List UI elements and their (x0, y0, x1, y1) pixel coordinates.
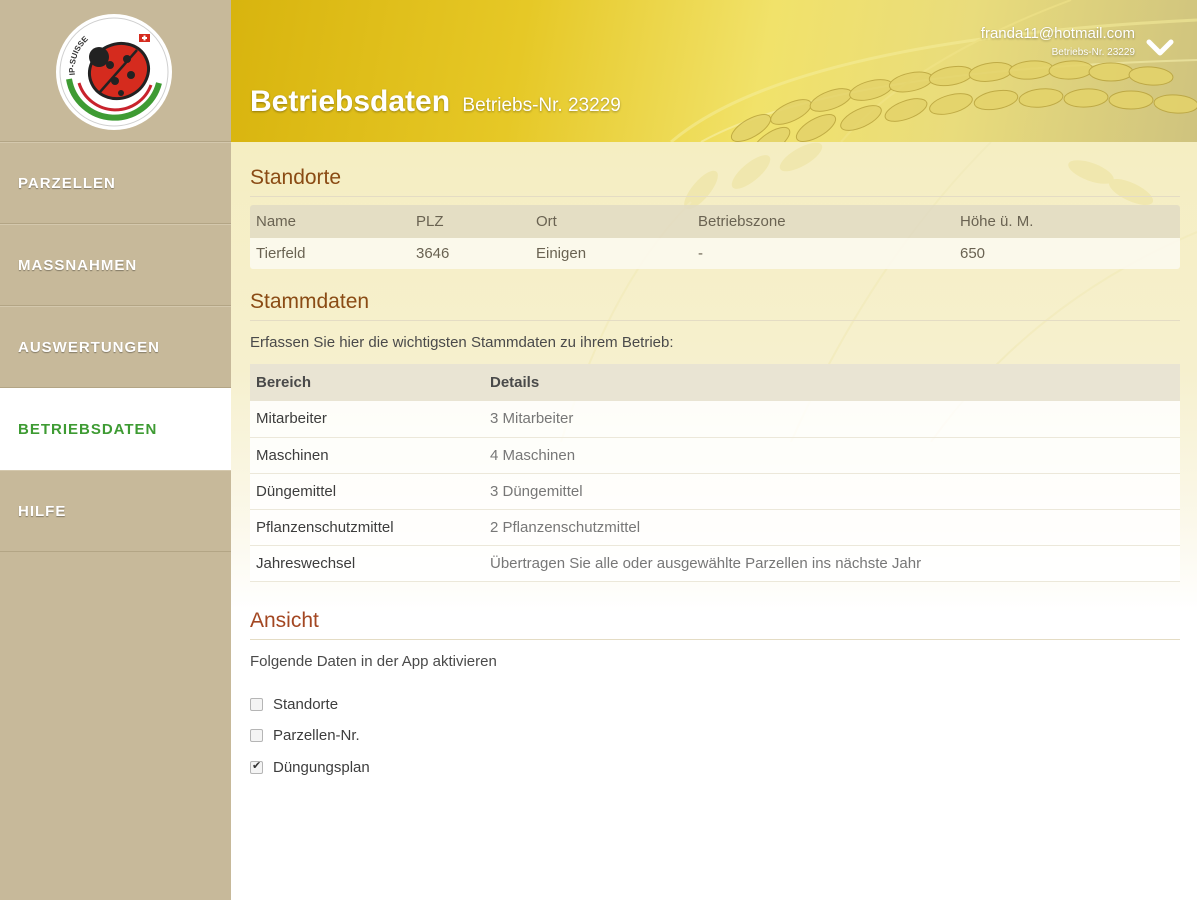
cell-betriebszone: - (692, 238, 954, 269)
sidebar-item-label: HILFE (18, 502, 67, 520)
column-header-betriebszone: Betriebszone (692, 205, 954, 238)
wheat-background-image (670, 0, 1197, 142)
cell-bereich: Düngemittel (250, 473, 484, 510)
sidebar-item-label: BETRIEBSDATEN (18, 420, 158, 438)
sidebar-item-auswertungen[interactable]: AUSWERTUNGEN (0, 306, 231, 388)
table-row-pflanzenschutzmittel[interactable]: Pflanzenschutzmittel 2 Pflanzenschutzmit… (250, 509, 1180, 546)
column-header-name: Name (250, 205, 410, 238)
cell-name: Tierfeld (250, 238, 410, 269)
column-header-plz: PLZ (410, 205, 530, 238)
cell-details: 2 Pflanzenschutzmittel (484, 509, 1180, 546)
table-row-mitarbeiter[interactable]: Mitarbeiter 3 Mitarbeiter (250, 401, 1180, 438)
main-content: Standorte Name PLZ Ort Betriebszone Höhe… (231, 142, 1197, 900)
cell-plz: 3646 (410, 238, 530, 269)
option-parzellen-nr[interactable]: Parzellen-Nr. (250, 727, 360, 744)
cell-details: 3 Düngemittel (484, 473, 1180, 510)
option-label: Düngungsplan (273, 759, 370, 776)
logo-area: IP-SUISSE (0, 0, 231, 142)
stammdaten-section-title: Stammdaten (250, 290, 1180, 321)
table-row-jahreswechsel[interactable]: Jahreswechsel Übertragen Sie alle oder a… (250, 545, 1180, 582)
cell-bereich: Jahreswechsel (250, 545, 484, 582)
chevron-down-icon[interactable] (1145, 36, 1175, 60)
column-header-hoehe: Höhe ü. M. (954, 205, 1180, 238)
cell-bereich: Mitarbeiter (250, 401, 484, 438)
cell-details: 3 Mitarbeiter (484, 401, 1180, 438)
page-subtitle: Betriebs-Nr. 23229 (462, 95, 621, 116)
cell-ort: Einigen (530, 238, 692, 269)
table-row-duengemittel[interactable]: Düngemittel 3 Düngemittel (250, 473, 1180, 510)
cell-hoehe: 650 (954, 238, 1180, 269)
standorte-section-title: Standorte (250, 166, 1180, 197)
ansicht-description: Folgende Daten in der App aktivieren (250, 653, 497, 670)
sidebar-item-label: MASSNAHMEN (18, 256, 138, 274)
sidebar-item-label: AUSWERTUNGEN (18, 338, 160, 356)
option-duengungsplan[interactable]: Düngungsplan (250, 759, 370, 776)
table-row-maschinen[interactable]: Maschinen 4 Maschinen (250, 437, 1180, 474)
sidebar-item-massnahmen[interactable]: MASSNAHMEN (0, 224, 231, 306)
ansicht-section-title: Ansicht (250, 609, 1180, 640)
parzellen-nr-checkbox[interactable] (250, 729, 263, 742)
sidebar-item-hilfe[interactable]: HILFE (0, 470, 231, 552)
user-info[interactable]: franda11@hotmail.com Betriebs-Nr. 23229 (981, 25, 1135, 58)
cell-bereich: Maschinen (250, 437, 484, 474)
ip-suisse-logo[interactable]: IP-SUISSE (55, 13, 173, 131)
standorte-checkbox[interactable] (250, 698, 263, 711)
cell-details: 4 Maschinen (484, 437, 1180, 474)
standorte-table: Name PLZ Ort Betriebszone Höhe ü. M. Tie… (250, 205, 1180, 269)
column-header-details: Details (484, 364, 1180, 401)
option-standorte[interactable]: Standorte (250, 696, 338, 713)
user-betrieb-nr: Betriebs-Nr. 23229 (1051, 47, 1135, 58)
user-email: franda11@hotmail.com (980, 25, 1135, 42)
table-row[interactable]: Tierfeld 3646 Einigen - 650 (250, 238, 1180, 269)
column-header-ort: Ort (530, 205, 692, 238)
cell-details: Übertragen Sie alle oder ausgewählte Par… (484, 545, 1180, 582)
stammdaten-description: Erfassen Sie hier die wichtigsten Stammd… (250, 334, 674, 351)
table-header-row: Bereich Details (250, 364, 1180, 401)
page-title: Betriebsdaten Betriebs-Nr. 23229 (250, 85, 621, 119)
column-header-bereich: Bereich (250, 364, 484, 401)
sidebar: IP-SUISSE PARZELLEN MASSNAHMEN AUSWERTUN… (0, 0, 240, 900)
table-header-row: Name PLZ Ort Betriebszone Höhe ü. M. (250, 205, 1180, 238)
sidebar-item-betriebsdaten[interactable]: BETRIEBSDATEN (0, 388, 240, 471)
sidebar-item-label: PARZELLEN (18, 174, 116, 192)
page-title-text: Betriebsdaten (250, 85, 451, 118)
option-label: Parzellen-Nr. (273, 727, 360, 744)
option-label: Standorte (273, 696, 339, 713)
cell-bereich: Pflanzenschutzmittel (250, 509, 484, 546)
header-banner: Betriebsdaten Betriebs-Nr. 23229 franda1… (231, 0, 1197, 142)
duengungsplan-checkbox[interactable] (250, 759, 263, 774)
stammdaten-table: Bereich Details Mitarbeiter 3 Mitarbeite… (250, 364, 1180, 582)
sidebar-item-parzellen[interactable]: PARZELLEN (0, 142, 231, 224)
